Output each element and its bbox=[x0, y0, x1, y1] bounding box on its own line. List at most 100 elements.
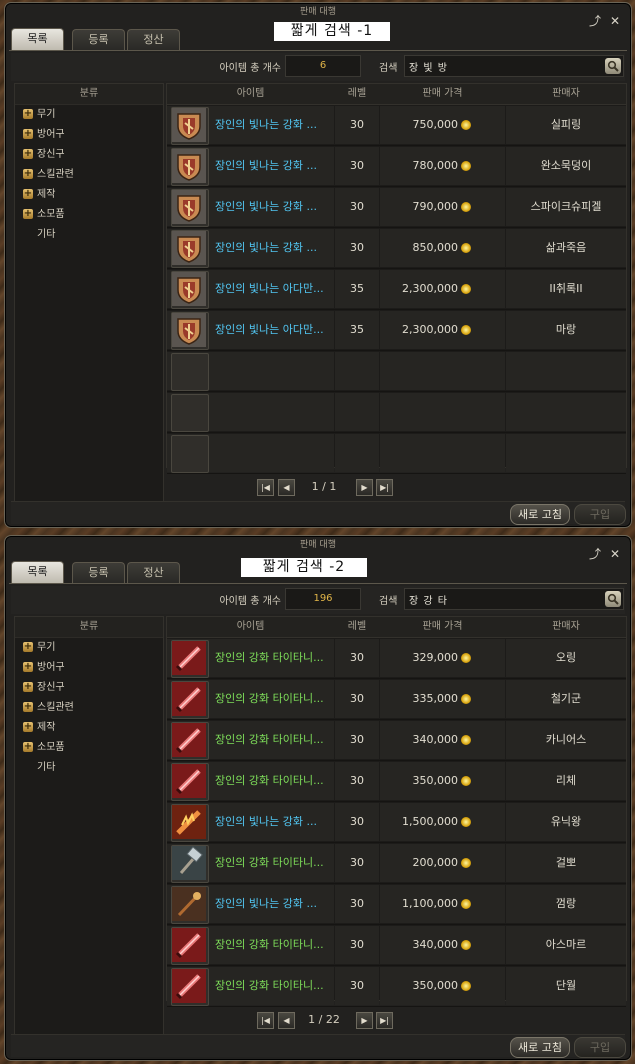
prev-page-button[interactable]: ◀ bbox=[278, 479, 295, 496]
col-seller[interactable]: 판매자 bbox=[506, 617, 626, 637]
last-page-button[interactable]: ▶| bbox=[376, 479, 393, 496]
expand-icon[interactable]: + bbox=[23, 722, 33, 732]
tab-register[interactable]: 등록 bbox=[72, 29, 125, 50]
item-name[interactable]: 장인의 빛나는 강화 ... bbox=[215, 802, 333, 842]
table-row[interactable]: 장인의 빛나는 강화 ... 30 750,000 실피링 bbox=[167, 105, 626, 146]
next-page-button[interactable]: ▶ bbox=[356, 479, 373, 496]
category-etc[interactable]: 기타 bbox=[15, 225, 163, 245]
flame-sword-icon[interactable] bbox=[171, 804, 209, 842]
buy-button[interactable]: 구입 bbox=[574, 1037, 626, 1058]
expand-icon[interactable]: + bbox=[23, 642, 33, 652]
sword-icon[interactable] bbox=[171, 763, 209, 801]
first-page-button[interactable]: |◀ bbox=[257, 1012, 274, 1029]
sword-icon[interactable] bbox=[171, 968, 209, 1006]
item-name[interactable]: 장인의 강화 타이타니... bbox=[215, 720, 333, 760]
expand-icon[interactable]: + bbox=[23, 189, 33, 199]
shield-icon[interactable] bbox=[171, 230, 209, 268]
sword-icon[interactable] bbox=[171, 722, 209, 760]
category-armor[interactable]: + 방어구 bbox=[15, 125, 163, 145]
table-row[interactable]: 장인의 빛나는 강화 ... 30 850,000 삶과죽음 bbox=[167, 228, 626, 269]
category-accessory[interactable]: + 장신구 bbox=[15, 145, 163, 165]
col-level[interactable]: 레벨 bbox=[335, 84, 379, 104]
item-name[interactable]: 장인의 강화 타이타니... bbox=[215, 843, 333, 883]
item-name[interactable]: 장인의 빛나는 강화 ... bbox=[215, 884, 333, 924]
category-consumable[interactable]: + 소모품 bbox=[15, 205, 163, 225]
last-page-button[interactable]: ▶| bbox=[376, 1012, 393, 1029]
buy-button[interactable]: 구입 bbox=[574, 504, 626, 525]
table-row[interactable]: 장인의 강화 타이타니... 30 335,000 철기군 bbox=[167, 679, 626, 720]
col-level[interactable]: 레벨 bbox=[335, 617, 379, 637]
table-row[interactable]: 장인의 빛나는 강화 ... 30 1,500,000 유닉왕 bbox=[167, 802, 626, 843]
category-weapon[interactable]: + 무기 bbox=[15, 105, 163, 125]
expand-icon[interactable]: + bbox=[23, 149, 33, 159]
tab-list[interactable]: 목록 bbox=[11, 28, 64, 51]
shield-icon[interactable] bbox=[171, 271, 209, 309]
expand-icon[interactable]: + bbox=[23, 109, 33, 119]
item-name[interactable]: 장인의 강화 타이타니... bbox=[215, 638, 333, 678]
table-row[interactable]: 장인의 빛나는 아다만... 35 2,300,000 II취록II bbox=[167, 269, 626, 310]
item-name[interactable]: 장인의 빛나는 아다만... bbox=[215, 310, 333, 350]
expand-icon[interactable]: + bbox=[23, 662, 33, 672]
category-weapon[interactable]: + 무기 bbox=[15, 638, 163, 658]
item-name[interactable]: 장인의 빛나는 강화 ... bbox=[215, 105, 333, 145]
category-etc[interactable]: 기타 bbox=[15, 758, 163, 778]
tab-settlement[interactable]: 정산 bbox=[127, 29, 180, 50]
table-row[interactable]: 장인의 빛나는 강화 ... 30 790,000 스파이크슈피겔 bbox=[167, 187, 626, 228]
shield-icon[interactable] bbox=[171, 148, 209, 186]
item-name[interactable]: 장인의 빛나는 강화 ... bbox=[215, 228, 333, 268]
expand-icon[interactable]: + bbox=[23, 682, 33, 692]
sword-icon[interactable] bbox=[171, 927, 209, 965]
expand-icon[interactable]: + bbox=[23, 742, 33, 752]
category-skill[interactable]: + 스킬관련 bbox=[15, 165, 163, 185]
expand-icon[interactable]: + bbox=[23, 702, 33, 712]
item-name[interactable]: 장인의 강화 타이타니... bbox=[215, 761, 333, 801]
staff-icon[interactable] bbox=[171, 886, 209, 924]
tab-settlement[interactable]: 정산 bbox=[127, 562, 180, 583]
table-row[interactable]: 장인의 빛나는 아다만... 35 2,300,000 마랑 bbox=[167, 310, 626, 351]
col-item[interactable]: 아이템 bbox=[167, 617, 334, 637]
restore-icon[interactable]: ⤴ bbox=[588, 14, 602, 28]
item-name[interactable]: 장인의 빛나는 아다만... bbox=[215, 269, 333, 309]
close-icon[interactable]: ✕ bbox=[608, 14, 622, 28]
search-button[interactable] bbox=[605, 591, 621, 607]
category-craft[interactable]: + 제작 bbox=[15, 185, 163, 205]
expand-icon[interactable]: + bbox=[23, 129, 33, 139]
category-consumable[interactable]: + 소모품 bbox=[15, 738, 163, 758]
table-row[interactable]: 장인의 강화 타이타니... 30 340,000 카니어스 bbox=[167, 720, 626, 761]
search-input[interactable] bbox=[409, 56, 597, 76]
table-row[interactable]: 장인의 강화 타이타니... 30 350,000 단월 bbox=[167, 966, 626, 1007]
search-button[interactable] bbox=[605, 58, 621, 74]
category-armor[interactable]: + 방어구 bbox=[15, 658, 163, 678]
table-row[interactable]: 장인의 강화 타이타니... 30 200,000 걸뽀 bbox=[167, 843, 626, 884]
first-page-button[interactable]: |◀ bbox=[257, 479, 274, 496]
col-price[interactable]: 판매 가격 bbox=[380, 617, 505, 637]
refresh-button[interactable]: 새로 고침 bbox=[510, 1037, 570, 1058]
tab-register[interactable]: 등록 bbox=[72, 562, 125, 583]
category-craft[interactable]: + 제작 bbox=[15, 718, 163, 738]
shield-icon[interactable] bbox=[171, 312, 209, 350]
table-row[interactable]: 장인의 빛나는 강화 ... 30 1,100,000 껌랑 bbox=[167, 884, 626, 925]
item-name[interactable]: 장인의 강화 타이타니... bbox=[215, 925, 333, 965]
sword-icon[interactable] bbox=[171, 681, 209, 719]
table-row[interactable]: 장인의 강화 타이타니... 30 329,000 오링 bbox=[167, 638, 626, 679]
tab-list[interactable]: 목록 bbox=[11, 561, 64, 584]
col-seller[interactable]: 판매자 bbox=[506, 84, 626, 104]
prev-page-button[interactable]: ◀ bbox=[278, 1012, 295, 1029]
col-price[interactable]: 판매 가격 bbox=[380, 84, 505, 104]
item-name[interactable]: 장인의 강화 타이타니... bbox=[215, 679, 333, 719]
col-item[interactable]: 아이템 bbox=[167, 84, 334, 104]
expand-icon[interactable]: + bbox=[23, 169, 33, 179]
category-skill[interactable]: + 스킬관련 bbox=[15, 698, 163, 718]
table-row[interactable]: 장인의 강화 타이타니... 30 350,000 리체 bbox=[167, 761, 626, 802]
search-input[interactable] bbox=[409, 589, 597, 609]
close-icon[interactable]: ✕ bbox=[608, 547, 622, 561]
table-row[interactable]: 장인의 빛나는 강화 ... 30 780,000 완소묵덩이 bbox=[167, 146, 626, 187]
refresh-button[interactable]: 새로 고침 bbox=[510, 504, 570, 525]
restore-icon[interactable]: ⤴ bbox=[588, 547, 602, 561]
next-page-button[interactable]: ▶ bbox=[356, 1012, 373, 1029]
item-name[interactable]: 장인의 빛나는 강화 ... bbox=[215, 187, 333, 227]
shield-icon[interactable] bbox=[171, 107, 209, 145]
shield-icon[interactable] bbox=[171, 189, 209, 227]
hammer-icon[interactable] bbox=[171, 845, 209, 883]
table-row[interactable]: 장인의 강화 타이타니... 30 340,000 아스마르 bbox=[167, 925, 626, 966]
